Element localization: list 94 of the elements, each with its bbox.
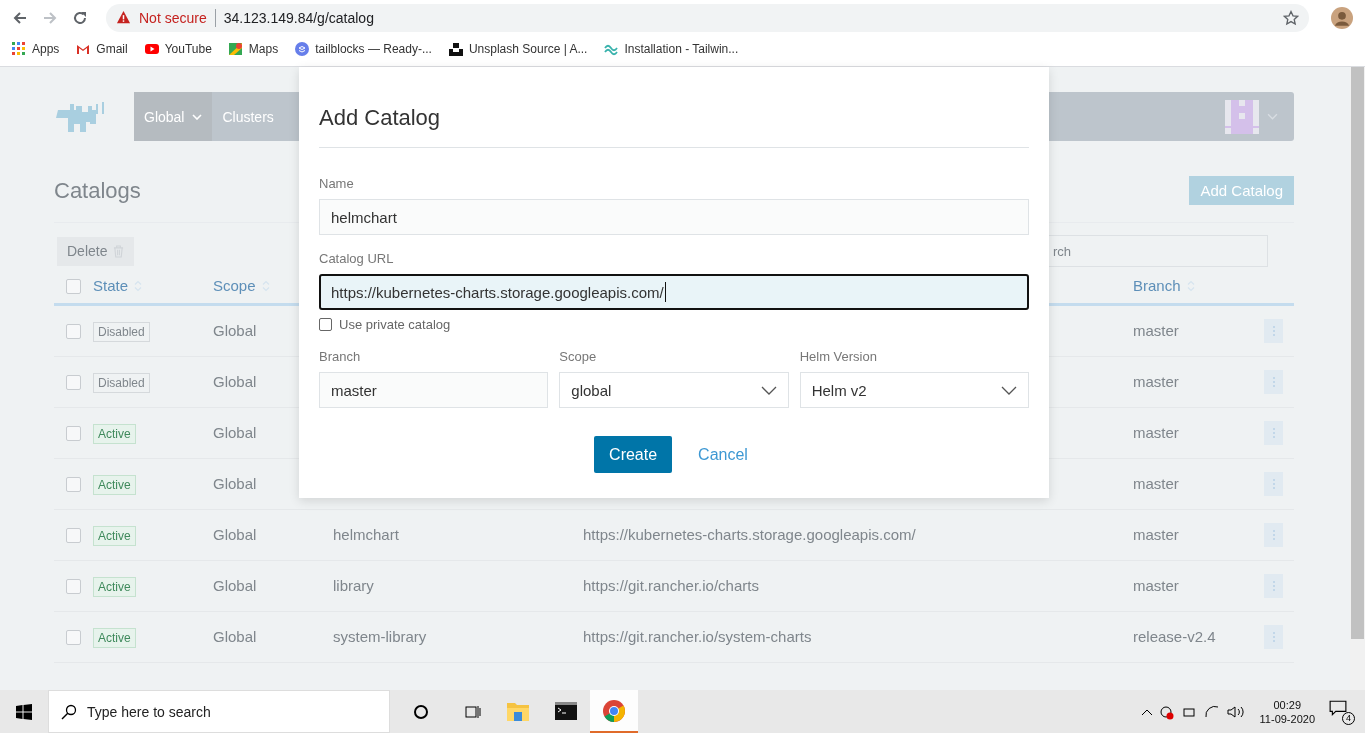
- table-cell: https://git.rancher.io/system-charts: [583, 628, 812, 645]
- row-checkbox[interactable]: [66, 578, 81, 594]
- state-badge: Active: [93, 526, 136, 546]
- more-actions-button[interactable]: [1264, 574, 1283, 598]
- more-actions-button[interactable]: [1264, 370, 1283, 394]
- page-title: Catalogs: [54, 177, 141, 204]
- row-checkbox[interactable]: [66, 323, 81, 339]
- windows-start-icon[interactable]: [16, 703, 32, 720]
- table-cell: master: [1133, 322, 1179, 339]
- row-checkbox[interactable]: [66, 476, 81, 492]
- layers-icon: [295, 42, 310, 56]
- private-catalog-checkbox[interactable]: Use private catalog: [319, 317, 1029, 332]
- row-checkbox[interactable]: [66, 629, 81, 645]
- play-icon: [144, 42, 159, 56]
- apps-grid-icon: [12, 42, 26, 56]
- create-button[interactable]: Create: [594, 436, 673, 473]
- state-badge: Active: [93, 628, 136, 648]
- security-label: Not secure: [139, 9, 207, 26]
- blocks-icon: [448, 42, 463, 56]
- table-cell: master: [1133, 475, 1179, 492]
- bookmark-link[interactable]: tailblocks — Ready-...: [295, 42, 432, 56]
- table-cell: system-library: [333, 628, 427, 645]
- dialog-title: Add Catalog: [319, 104, 442, 132]
- reload-icon[interactable]: [72, 9, 88, 26]
- state-badge: Disabled: [93, 373, 150, 393]
- field-label: Branch: [319, 349, 362, 365]
- table-cell: release-v2.4: [1133, 628, 1216, 645]
- table-cell: master: [1133, 424, 1179, 441]
- table-cell: helmchart: [333, 526, 399, 543]
- search-icon: [61, 703, 77, 720]
- state-badge: Active: [93, 424, 136, 444]
- state-badge: Disabled: [93, 322, 150, 342]
- row-checkbox[interactable]: [66, 527, 81, 543]
- taskbar-search-field[interactable]: Type here to search: [48, 690, 390, 733]
- chevron-down-icon: [1001, 385, 1017, 395]
- field-label: Name: [319, 176, 355, 192]
- warning-icon: [116, 10, 131, 25]
- cortana-circle-icon[interactable]: [413, 703, 429, 720]
- bookmark-link[interactable]: Apps: [12, 42, 60, 56]
- table-cell: master: [1133, 526, 1179, 543]
- table-cell: Global: [213, 322, 257, 339]
- row-checkbox[interactable]: [66, 374, 81, 390]
- chrome-icon[interactable]: [590, 690, 638, 733]
- table-cell: https://kubernetes-charts.storage.googleapis.com/: [583, 526, 916, 543]
- profile-avatar-icon[interactable]: [1331, 6, 1353, 29]
- helm-version-select[interactable]: Helm v2: [799, 372, 1029, 408]
- chevron-down-icon[interactable]: [1267, 113, 1278, 120]
- bookmark-link[interactable]: Installation - Tailwin...: [604, 42, 739, 56]
- chevron-down-icon: [760, 385, 777, 395]
- forward-icon[interactable]: [42, 9, 58, 26]
- bookmark-link[interactable]: YouTube: [144, 42, 212, 56]
- url-text: 34.123.149.84/g/catalog: [223, 9, 375, 26]
- task-view-icon[interactable]: [465, 703, 481, 720]
- field-label: Helm Version: [799, 349, 878, 365]
- more-actions-button[interactable]: [1264, 319, 1283, 343]
- table-cell: master: [1133, 577, 1179, 594]
- back-icon[interactable]: [12, 9, 28, 26]
- bookmark-star-icon[interactable]: [1283, 9, 1299, 26]
- table-cell: library: [333, 577, 374, 594]
- notifications-button[interactable]: 4: [1329, 698, 1355, 725]
- table-cell: Global: [213, 526, 257, 543]
- row-checkbox[interactable]: [66, 425, 81, 441]
- table-cell: Global: [213, 628, 257, 645]
- identicon-avatar-icon[interactable]: [1225, 99, 1259, 134]
- table-cell: Global: [213, 424, 257, 441]
- more-actions-button[interactable]: [1264, 421, 1283, 445]
- search-field[interactable]: rch: [1048, 235, 1268, 267]
- table-cell: https://git.rancher.io/charts: [583, 577, 759, 594]
- bookmark-link[interactable]: Unsplash Source | A...: [448, 42, 588, 56]
- name-input[interactable]: helmchart: [319, 199, 1029, 235]
- more-actions-button[interactable]: [1264, 625, 1283, 649]
- table-cell: Global: [213, 475, 257, 492]
- select-all-checkbox[interactable]: [66, 278, 81, 294]
- map-pin-icon: [228, 42, 243, 56]
- chevron-down-icon: [192, 113, 203, 120]
- clock-time: 00:29: [1273, 698, 1302, 711]
- table-cell: master: [1133, 373, 1179, 390]
- bookmark-link[interactable]: Gmail: [76, 42, 128, 56]
- catalog-url-input[interactable]: https://kubernetes-charts.storage.googleapis.com/: [319, 274, 1029, 310]
- mail-icon: [76, 42, 91, 56]
- more-actions-button[interactable]: [1264, 472, 1283, 496]
- state-badge: Active: [93, 475, 136, 495]
- state-badge: Active: [93, 577, 136, 597]
- scope-select[interactable]: global: [559, 372, 789, 408]
- branch-input[interactable]: master: [319, 372, 549, 408]
- table-cell: Global: [213, 577, 257, 594]
- more-actions-button[interactable]: [1264, 523, 1283, 547]
- clock-date: 11-09-2020: [1259, 712, 1315, 725]
- wave-icon: [604, 42, 619, 56]
- field-label: Catalog URL: [319, 251, 395, 267]
- address-bar[interactable]: Not secure 34.123.149.84/g/catalog: [106, 3, 1309, 32]
- bookmark-link[interactable]: Maps: [228, 42, 279, 56]
- table-cell: Global: [213, 373, 257, 390]
- field-label: Scope: [559, 349, 598, 365]
